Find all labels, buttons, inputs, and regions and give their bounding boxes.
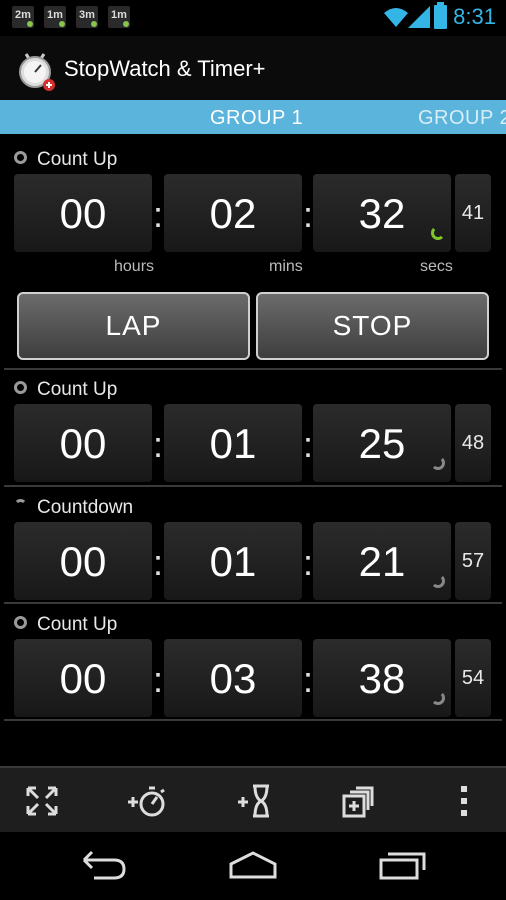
add-stopwatch-icon[interactable] [126,782,166,820]
mins-unit-label: mins [269,258,303,275]
stop-button[interactable]: STOP [256,292,489,360]
seconds-display: 38 [313,639,451,717]
hours-unit-label: hours [114,258,155,275]
wifi-icon [384,8,408,27]
timer-card[interactable]: Count Up 00 : 03 : 38 54 [4,605,502,723]
time-separator: : [153,659,164,700]
signal-icon [408,6,430,28]
progress-spinner-icon [431,226,445,240]
time-separator: : [303,659,314,700]
notification-timer-icon: 1m [44,6,66,28]
notification-timer-icon: 2m [12,6,34,28]
centiseconds-display: 48 [455,404,491,482]
progress-spinner-icon [431,456,445,470]
timer-mode-label: Countdown [14,497,133,519]
timer-mode-label: Count Up [14,614,117,636]
minutes-display: 01 [164,404,302,482]
time-separator: : [303,194,314,235]
action-bar: StopWatch & Timer+ [0,36,506,100]
battery-icon [434,2,447,29]
hours-display: 00 [14,174,152,252]
time-separator: : [153,542,164,583]
minutes-display: 03 [164,639,302,717]
centiseconds-display: 57 [455,522,491,600]
seconds-display: 25 [313,404,451,482]
time-separator: : [303,542,314,583]
status-bar: 2m 1m 3m 1m 8:31 [0,0,506,36]
notification-timer-icon: 3m [76,6,98,28]
timer-controls: LAP STOP [4,292,502,360]
hours-display: 00 [14,404,152,482]
app-title: StopWatch & Timer+ [64,56,266,81]
progress-spinner-icon [431,574,445,588]
time-separator: : [303,424,314,465]
lap-button[interactable]: LAP [17,292,250,360]
tab-group-1[interactable]: GROUP 1 [210,107,303,130]
notification-timer-icon: 1m [108,6,130,28]
minutes-display: 01 [164,522,302,600]
hours-display: 00 [14,522,152,600]
timer-card[interactable]: Count Up 00 : 02 : 32 41 hours mins secs… [4,140,502,370]
status-dot-icon [14,381,27,394]
timer-card[interactable]: Count Up 00 : 01 : 25 48 [4,370,502,488]
progress-spinner-icon [431,691,445,705]
home-icon[interactable] [228,850,278,880]
time-separator: : [153,194,164,235]
timer-card[interactable]: Countdown 00 : 01 : 21 57 [4,488,502,606]
time-separator: : [153,424,164,465]
add-group-icon[interactable] [340,782,380,820]
group-tab-strip: GROUP 1 GROUP 2 [0,100,506,134]
seconds-display: 32 [313,174,451,252]
back-icon[interactable] [80,850,130,880]
status-clock: 8:31 [453,4,496,29]
tab-group-2[interactable]: GROUP 2 [418,107,506,130]
system-nav-bar [0,832,506,900]
divider [4,719,502,721]
centiseconds-display: 54 [455,639,491,717]
countdown-spinner-icon [14,499,27,512]
status-dot-icon [14,616,27,629]
bottom-toolbar [0,766,506,832]
add-timer-icon[interactable] [236,782,276,820]
divider [4,602,502,604]
secs-unit-label: secs [420,258,453,275]
stopwatch-app-icon[interactable] [16,48,60,92]
timer-mode-label: Count Up [14,149,117,171]
fullscreen-icon[interactable] [22,782,62,820]
minutes-display: 02 [164,174,302,252]
timer-mode-label: Count Up [14,379,117,401]
seconds-display: 21 [313,522,451,600]
status-dot-icon [14,151,27,164]
recents-icon[interactable] [378,850,428,880]
overflow-menu-icon[interactable] [444,782,484,820]
centiseconds-display: 41 [455,174,491,252]
divider [4,485,502,487]
hours-display: 00 [14,639,152,717]
